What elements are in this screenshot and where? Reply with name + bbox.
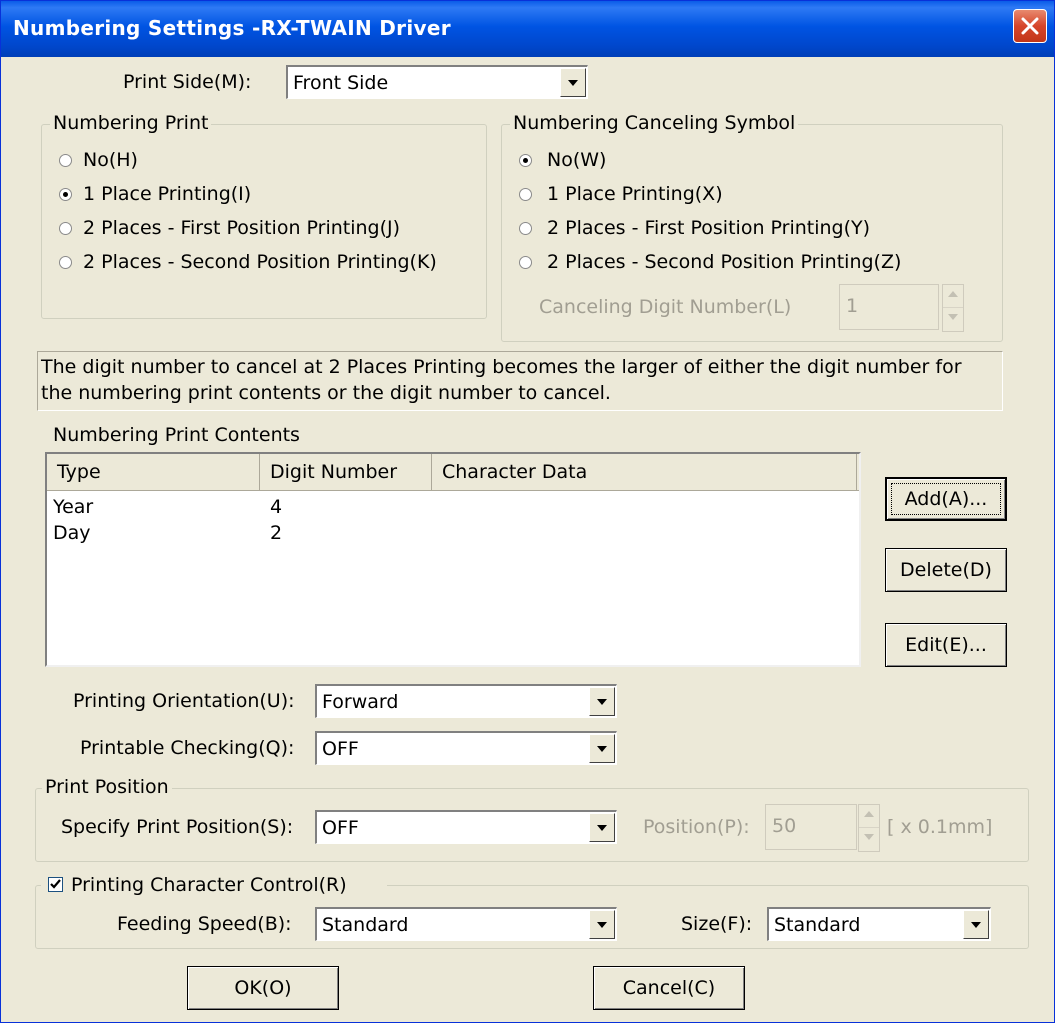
- list-header: Type Digit Number Character Data: [47, 454, 859, 491]
- dropdown-arrow-icon[interactable]: [560, 68, 586, 97]
- numbering-print-title: Numbering Print: [50, 112, 212, 134]
- cs-option-2first[interactable]: 2 Places - First Position Printing(Y): [547, 217, 870, 239]
- cs-radio-2second[interactable]: [519, 256, 532, 269]
- ok-button[interactable]: OK(O): [187, 966, 339, 1010]
- cs-radio-2first[interactable]: [519, 222, 532, 235]
- np-radio-1place[interactable]: [59, 188, 72, 201]
- print-position-title: Print Position: [42, 776, 172, 798]
- add-button[interactable]: Add(A)...: [885, 477, 1007, 521]
- print-side-label: Print Side(M):: [123, 71, 252, 93]
- feeding-speed-select[interactable]: Standard: [315, 907, 617, 941]
- canceling-digit-value: 1: [846, 295, 859, 317]
- close-icon: [1021, 17, 1039, 35]
- canceling-symbol-title: Numbering Canceling Symbol: [510, 112, 799, 134]
- table-row[interactable]: Day 2: [47, 520, 859, 546]
- spin-down-icon[interactable]: [859, 828, 879, 851]
- edit-button[interactable]: Edit(E)...: [885, 623, 1007, 667]
- dropdown-arrow-icon[interactable]: [589, 734, 615, 763]
- table-row[interactable]: Year 4: [47, 494, 859, 520]
- column-character-data[interactable]: Character Data: [432, 454, 857, 490]
- spin-up-icon[interactable]: [859, 805, 879, 828]
- spin-down-icon[interactable]: [943, 308, 963, 331]
- delete-button[interactable]: Delete(D): [885, 548, 1007, 592]
- column-type[interactable]: Type: [47, 454, 260, 490]
- orientation-select[interactable]: Forward: [315, 684, 617, 718]
- close-button[interactable]: [1013, 9, 1047, 43]
- position-unit: [ x 0.1mm]: [887, 816, 993, 838]
- char-control-label[interactable]: Printing Character Control(R): [71, 874, 347, 896]
- cs-radio-no[interactable]: [519, 154, 532, 167]
- canceling-digit-label: Canceling Digit Number(L): [539, 296, 792, 318]
- char-control-checkbox[interactable]: [48, 877, 63, 892]
- checking-value: OFF: [322, 738, 359, 760]
- feeding-speed-label: Feeding Speed(B):: [117, 913, 292, 935]
- cs-option-1place[interactable]: 1 Place Printing(X): [547, 183, 723, 205]
- cancel-button[interactable]: Cancel(C): [593, 966, 745, 1010]
- specify-position-select[interactable]: OFF: [315, 810, 617, 844]
- np-option-2first[interactable]: 2 Places - First Position Printing(J): [83, 217, 400, 239]
- checkmark-icon: [50, 879, 61, 889]
- info-text-line2: the numbering print contents or the digi…: [41, 382, 611, 404]
- orientation-label: Printing Orientation(U):: [73, 690, 295, 712]
- info-box: The digit number to cancel at 2 Places P…: [37, 351, 1003, 411]
- dropdown-arrow-icon[interactable]: [589, 687, 615, 716]
- position-spinner[interactable]: [858, 804, 880, 852]
- checking-select[interactable]: OFF: [315, 731, 617, 765]
- np-radio-2first[interactable]: [59, 222, 72, 235]
- np-radio-no[interactable]: [59, 154, 72, 167]
- column-digit-number[interactable]: Digit Number: [260, 454, 432, 490]
- np-option-no[interactable]: No(H): [83, 149, 138, 171]
- spin-up-icon[interactable]: [943, 285, 963, 308]
- dialog-window: Numbering Settings -RX-TWAIN Driver Prin…: [0, 0, 1055, 1023]
- cell-digits: 4: [270, 496, 283, 518]
- print-side-select[interactable]: Front Side: [286, 65, 588, 99]
- np-option-1place[interactable]: 1 Place Printing(I): [83, 183, 251, 205]
- cell-digits: 2: [270, 522, 283, 544]
- cs-option-no[interactable]: No(W): [547, 149, 606, 171]
- info-text-line1: The digit number to cancel at 2 Places P…: [41, 356, 962, 378]
- cs-option-2second[interactable]: 2 Places - Second Position Printing(Z): [547, 251, 901, 273]
- title-bar[interactable]: Numbering Settings -RX-TWAIN Driver: [1, 1, 1054, 57]
- dropdown-arrow-icon[interactable]: [963, 910, 989, 939]
- cs-radio-1place[interactable]: [519, 188, 532, 201]
- canceling-digit-input[interactable]: 1: [839, 284, 939, 330]
- checking-label: Printable Checking(Q):: [80, 737, 295, 759]
- feeding-speed-value: Standard: [322, 914, 409, 936]
- dropdown-arrow-icon[interactable]: [589, 910, 615, 939]
- specify-position-value: OFF: [322, 817, 359, 839]
- contents-label: Numbering Print Contents: [53, 424, 300, 446]
- contents-list[interactable]: Type Digit Number Character Data Year 4 …: [45, 452, 861, 667]
- position-value: 50: [772, 815, 797, 837]
- size-select[interactable]: Standard: [767, 907, 991, 941]
- cell-type: Day: [53, 522, 91, 544]
- size-label: Size(F):: [681, 913, 753, 935]
- position-label: Position(P):: [643, 816, 750, 838]
- size-value: Standard: [774, 914, 861, 936]
- cell-type: Year: [53, 496, 94, 518]
- orientation-value: Forward: [322, 691, 399, 713]
- position-input[interactable]: 50: [765, 804, 857, 850]
- dropdown-arrow-icon[interactable]: [589, 813, 615, 842]
- window-title: Numbering Settings -RX-TWAIN Driver: [13, 16, 451, 40]
- canceling-digit-spinner[interactable]: [942, 284, 964, 332]
- np-radio-2second[interactable]: [59, 256, 72, 269]
- print-side-value: Front Side: [293, 72, 389, 94]
- specify-position-label: Specify Print Position(S):: [61, 816, 294, 838]
- np-option-2second[interactable]: 2 Places - Second Position Printing(K): [83, 251, 437, 273]
